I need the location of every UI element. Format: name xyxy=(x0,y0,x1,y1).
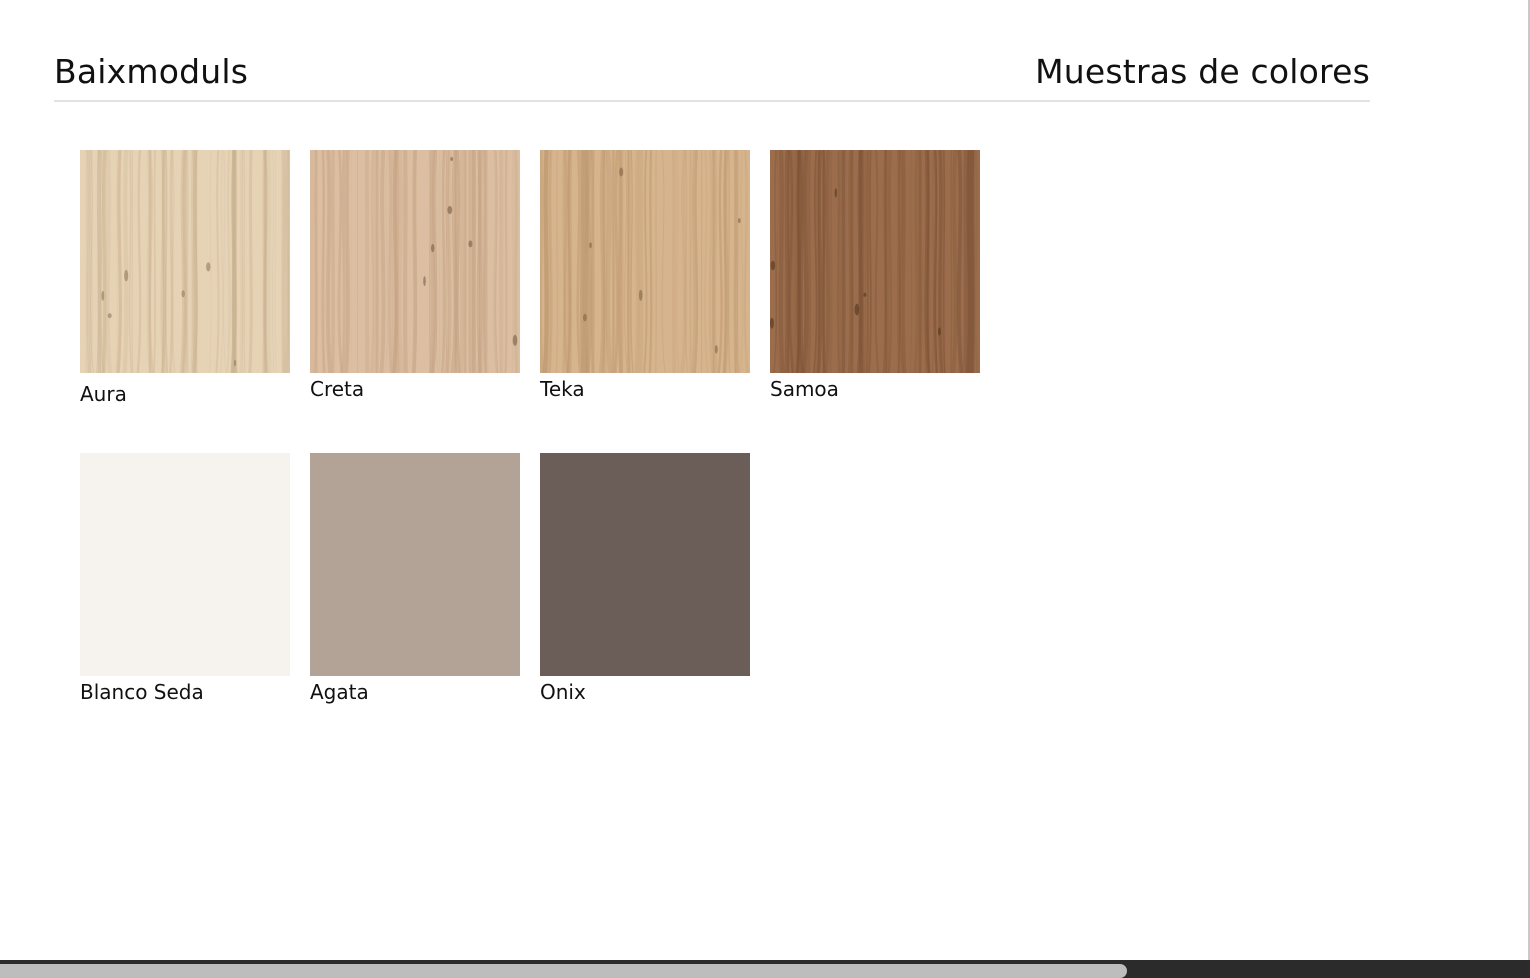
swatch-chip[interactable] xyxy=(770,150,980,373)
swatch-label: Aura xyxy=(80,382,127,406)
swatch-samoa[interactable]: Samoa xyxy=(770,150,980,401)
swatch-texture xyxy=(540,453,750,676)
swatch-onix[interactable]: Onix xyxy=(540,453,750,704)
swatch-chip[interactable] xyxy=(310,150,520,373)
swatch-texture xyxy=(540,150,750,373)
swatch-label: Onix xyxy=(540,680,586,704)
swatch-chip[interactable] xyxy=(540,453,750,676)
section-title: Muestras de colores xyxy=(1035,52,1370,91)
swatch-texture xyxy=(770,150,980,373)
catalog-page: Baixmoduls Muestras de colores Aura Cret… xyxy=(0,0,1530,978)
swatch-texture xyxy=(80,150,290,373)
page-header: Baixmoduls Muestras de colores xyxy=(54,50,1370,102)
swatch-agata[interactable]: Agata xyxy=(310,453,520,704)
swatch-label: Samoa xyxy=(770,377,839,401)
swatch-label: Teka xyxy=(540,377,585,401)
swatch-creta[interactable]: Creta xyxy=(310,150,520,401)
swatch-teka[interactable]: Teka xyxy=(540,150,750,401)
swatch-aura[interactable]: Aura xyxy=(80,150,290,406)
swatch-texture xyxy=(310,453,520,676)
swatch-texture xyxy=(310,150,520,373)
swatch-chip[interactable] xyxy=(80,150,290,373)
swatch-chip[interactable] xyxy=(540,150,750,373)
swatch-chip[interactable] xyxy=(80,453,290,676)
swatch-label: Agata xyxy=(310,680,369,704)
swatch-chip[interactable] xyxy=(310,453,520,676)
swatch-label: Blanco Seda xyxy=(80,680,204,704)
swatch-label: Creta xyxy=(310,377,365,401)
swatch-blanco-seda[interactable]: Blanco Seda xyxy=(80,453,290,704)
horizontal-scrollbar[interactable] xyxy=(0,960,1530,978)
scrollbar-thumb[interactable] xyxy=(0,964,1127,978)
brand-title: Baixmoduls xyxy=(54,52,249,91)
swatch-texture xyxy=(80,453,290,676)
